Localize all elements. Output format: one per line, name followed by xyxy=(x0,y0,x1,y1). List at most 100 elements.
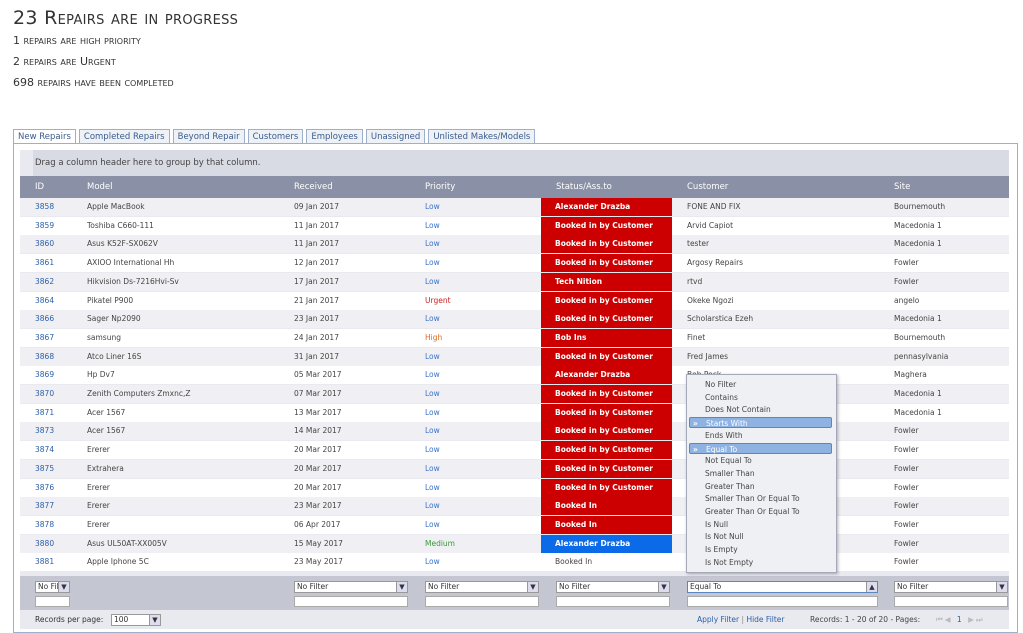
tab-new-repairs[interactable]: New Repairs xyxy=(13,129,76,143)
cell-id[interactable]: 3858 xyxy=(35,198,54,216)
table-row[interactable]: 3867 samsung 24 Jan 2017 High Bob Ins Finet Bo… xyxy=(20,328,1009,347)
cell-id[interactable]: 3880 xyxy=(35,535,54,553)
filter-option[interactable]: Is Empty xyxy=(689,544,832,555)
tab-completed-repairs[interactable]: Completed Repairs xyxy=(78,129,170,143)
table-row[interactable]: 3880 Asus UL50AT-XX005V 15 May 2017 Medium A… xyxy=(20,534,1009,553)
tab-customers[interactable]: Customers xyxy=(247,129,304,143)
column-header-model[interactable]: Model xyxy=(87,176,113,198)
prev-page-icon[interactable]: ◀ xyxy=(945,615,953,624)
filter-option[interactable]: » Starts With xyxy=(689,417,832,429)
site-filter-input[interactable] xyxy=(894,596,1008,607)
cell-id[interactable]: 3871 xyxy=(35,404,54,422)
table-row[interactable]: 3859 Toshiba C660-111 11 Jan 2017 Low Booked… xyxy=(20,216,1009,235)
customer-filter-select[interactable]: Equal To ▲ xyxy=(687,581,878,593)
table-row[interactable]: 3870 Zenith Computers Zmxnc,Z 07 Mar 2017 L… xyxy=(20,385,1009,403)
table-row[interactable]: 3877 Ererer 23 Mar 2017 Low Booked In Fowler xyxy=(20,497,1009,516)
filter-option[interactable]: Smaller Than Or Equal To xyxy=(689,493,832,504)
tab-unlisted-makes-models[interactable]: Unlisted Makes/Models xyxy=(428,129,536,143)
table-row[interactable]: 3868 Atco Liner 16S 31 Jan 2017 Low Booked i… xyxy=(20,347,1009,366)
tab-unassigned[interactable]: Unassigned xyxy=(365,129,426,143)
table-row[interactable]: 3871 Acer 1567 13 Mar 2017 Low Booked in by … xyxy=(20,403,1009,422)
table-row[interactable]: 3874 Ererer 20 Mar 2017 Low Booked in by Cus… xyxy=(20,441,1009,460)
filter-option-label: Is Not Null xyxy=(705,532,744,542)
cell-id[interactable]: 3878 xyxy=(35,516,54,534)
cell-site: Macedonia 1 xyxy=(894,314,942,324)
cell-id[interactable]: 3875 xyxy=(35,460,54,478)
tab-employees[interactable]: Employees xyxy=(306,129,363,143)
status-filter-select[interactable]: No Filter ▼ xyxy=(556,581,670,593)
cell-id[interactable]: 3859 xyxy=(35,217,54,235)
table-row[interactable]: 3878 Ererer 06 Apr 2017 Low Booked In Fowler xyxy=(20,515,1009,534)
cell-received: 24 Jan 2017 xyxy=(294,332,339,342)
cell-id[interactable]: 3869 xyxy=(35,366,54,384)
first-page-icon[interactable]: ⏮ xyxy=(936,615,945,624)
cell-priority: Low xyxy=(425,519,440,529)
column-header-id[interactable]: ID xyxy=(35,176,44,198)
chevron-down-icon: ▼ xyxy=(996,582,1007,592)
filter-option[interactable]: Not Equal To xyxy=(689,455,832,466)
table-row[interactable]: 3861 AXIOO International Hh 12 Jan 2017 Low… xyxy=(20,254,1009,273)
cell-site: Macedonia 1 xyxy=(894,389,942,398)
table-row[interactable]: 3875 Extrahera 20 Mar 2017 Low Booked in by … xyxy=(20,459,1009,478)
cell-id[interactable]: 3867 xyxy=(35,329,54,347)
priority-filter-input[interactable] xyxy=(425,596,539,607)
filter-option[interactable]: No Filter xyxy=(689,379,832,390)
column-header-priority[interactable]: Priority xyxy=(425,176,455,198)
priority-filter-select[interactable]: No Filter ▼ xyxy=(425,581,539,593)
column-header-customer[interactable]: Customer xyxy=(687,176,728,198)
id-filter-input[interactable] xyxy=(35,596,70,607)
hide-filter-link[interactable]: Hide Filter xyxy=(746,615,784,624)
filter-option[interactable]: Does Not Contain xyxy=(689,404,832,415)
cell-id[interactable]: 3861 xyxy=(35,254,54,272)
cell-received: 21 Jan 2017 xyxy=(294,295,339,305)
filter-option[interactable]: Greater Than xyxy=(689,481,832,492)
table-row[interactable]: 3858 Apple MacBook 09 Jan 2017 Low Alexander… xyxy=(20,198,1009,216)
id-filter-select[interactable]: No Fil ▼ xyxy=(35,581,70,593)
received-filter-select[interactable]: No Filter ▼ xyxy=(294,581,408,593)
status-filter-input[interactable] xyxy=(556,596,670,607)
filter-option[interactable]: Is Not Null xyxy=(689,531,832,542)
cell-id[interactable]: 3866 xyxy=(35,310,54,328)
table-row[interactable]: 3869 Hp Dv7 05 Mar 2017 Low Alexander Drazba… xyxy=(20,366,1009,385)
table-row[interactable]: 3866 Sager Np2090 23 Jan 2017 Low Booked in … xyxy=(20,310,1009,329)
filter-option[interactable]: Ends With xyxy=(689,430,832,441)
received-filter-input[interactable] xyxy=(294,596,408,607)
filter-option[interactable]: Smaller Than xyxy=(689,468,832,479)
cell-id[interactable]: 3868 xyxy=(35,348,54,366)
cell-status: Booked In xyxy=(541,515,672,534)
current-page[interactable]: 1 xyxy=(957,615,964,624)
column-header-status[interactable]: Status/Ass.to xyxy=(556,176,612,198)
tab-beyond-repair[interactable]: Beyond Repair xyxy=(172,129,245,143)
customer-filter-input[interactable] xyxy=(687,596,878,607)
filter-option[interactable]: Is Not Empty xyxy=(689,557,832,568)
cell-id[interactable]: 3873 xyxy=(35,422,54,440)
site-filter-select[interactable]: No Filter ▼ xyxy=(894,581,1008,593)
table-row[interactable]: 3864 Pikatel P900 21 Jan 2017 Urgent Booked … xyxy=(20,291,1009,310)
cell-id[interactable]: 3862 xyxy=(35,273,54,291)
cell-id[interactable]: 3864 xyxy=(35,292,54,310)
cell-id[interactable]: 3874 xyxy=(35,441,54,459)
filter-option[interactable]: Contains xyxy=(689,392,832,403)
records-per-page-select[interactable]: 100 ▼ xyxy=(111,614,161,626)
column-header-received[interactable]: Received xyxy=(294,176,333,198)
table-row[interactable]: 3862 Hikvision Ds-7216Hvi-Sv 17 Jan 2017 Lo… xyxy=(20,272,1009,291)
chevron-down-icon: ▼ xyxy=(58,582,69,592)
last-page-icon[interactable]: ⏭ xyxy=(976,615,985,624)
filter-option[interactable]: Is Null xyxy=(689,519,832,530)
cell-id[interactable]: 3870 xyxy=(35,385,54,403)
filter-option[interactable]: Greater Than Or Equal To xyxy=(689,506,832,517)
cell-id[interactable]: 3877 xyxy=(35,497,54,515)
group-by-bar[interactable]: Drag a column header here to group by th… xyxy=(33,150,1009,176)
cell-id[interactable]: 3881 xyxy=(35,553,54,571)
column-header-site[interactable]: Site xyxy=(894,176,910,198)
apply-filter-link[interactable]: Apply Filter xyxy=(697,615,739,624)
table-row[interactable]: 3860 Asus K52F-SX062V 11 Jan 2017 Low Booked… xyxy=(20,235,1009,254)
cell-id[interactable]: 3860 xyxy=(35,235,54,253)
next-page-icon[interactable]: ▶ xyxy=(968,615,976,624)
cell-id[interactable]: 3876 xyxy=(35,479,54,497)
table-row[interactable]: 3873 Acer 1567 14 Mar 2017 Low Booked in by … xyxy=(20,422,1009,441)
table-row[interactable]: 3881 Apple Iphone 5C 23 May 2017 Low Booked … xyxy=(20,553,1009,572)
table-row[interactable]: 3876 Ererer 20 Mar 2017 Low Booked in by Cus… xyxy=(20,478,1009,497)
cell-status: Tech Nition xyxy=(541,272,672,291)
filter-option[interactable]: » Equal To xyxy=(689,442,832,454)
